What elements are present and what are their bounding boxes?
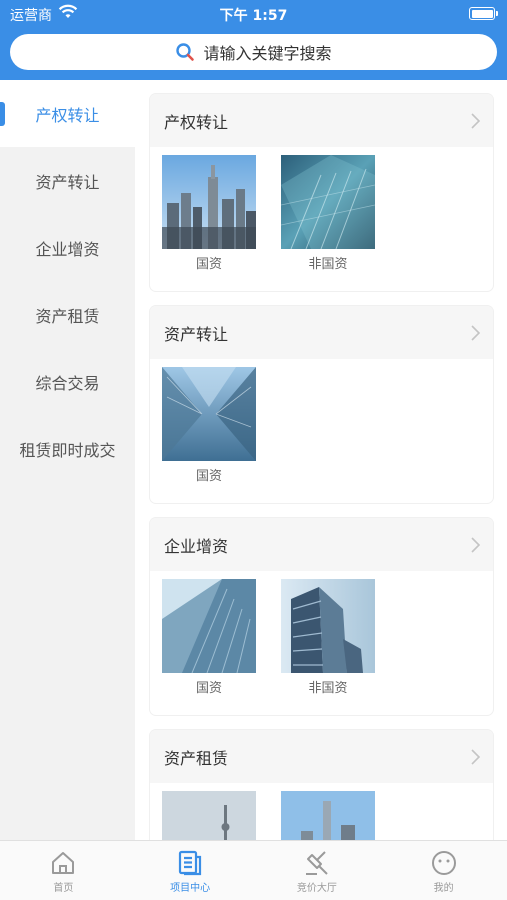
card-title: 企业增资 [164,536,229,556]
category-card: 企业增资 国资 非国资 [150,518,493,715]
search-icon [176,43,195,61]
tab-auction-hall[interactable]: 竞价大厅 [254,841,381,900]
sidebar-item-property-transfer[interactable]: 产权转让 [0,80,135,147]
subcategory-label: 国资 [195,681,222,696]
subcategory-item[interactable] [162,791,256,840]
category-card: 资产租赁 [150,730,493,840]
document-icon [179,850,202,876]
card-title: 产权转让 [164,112,229,132]
sidebar-item-label: 资产租赁 [35,306,100,326]
tab-project-center[interactable]: 项目中心 [127,841,254,900]
tab-label: 项目中心 [170,883,211,894]
sidebar-item-asset-transfer[interactable]: 资产转让 [0,147,135,214]
category-card: 资产转让 国资 [150,306,493,503]
category-card: 产权转让 国资 非国资 [150,94,493,291]
subcategory-label: 非国资 [308,681,348,696]
home-icon [52,852,75,874]
sidebar-item-comprehensive-trade[interactable]: 综合交易 [0,348,135,415]
search-bar[interactable]: 请输入关键字搜索 [10,34,497,70]
subcategory-item[interactable]: 非国资 [281,579,375,696]
card-title: 资产转让 [164,324,229,344]
tab-label: 首页 [53,883,74,894]
search-placeholder: 请输入关键字搜索 [203,44,332,63]
tv-tower-image [162,791,256,840]
content-panel: 产权转让 国资 非国资 资产转让 国资 企业增资 国资 非国资 资产租赁 [135,80,507,840]
category-sidebar: 产权转让 资产转让 企业增资 资产租赁 综合交易 租赁即时成交 [0,80,135,840]
card-header[interactable]: 企业增资 [150,518,493,571]
status-bar: 运营商 下午 1:57 [0,0,507,28]
subcategory-label: 国资 [195,257,222,272]
battery-icon [469,7,498,20]
status-time: 下午 1:57 [219,8,288,24]
sidebar-item-capital-increase[interactable]: 企业增资 [0,214,135,281]
card-header[interactable]: 资产转让 [150,306,493,359]
towers-upview-image [162,367,256,461]
sidebar-item-label: 产权转让 [35,105,100,125]
tab-mine[interactable]: 我的 [380,841,507,900]
sidebar-item-instant-lease[interactable]: 租赁即时成交 [0,415,135,482]
subcategory-label: 国资 [195,469,222,484]
city-view-image [281,791,375,840]
chevron-right-icon [471,536,481,553]
tab-label: 竞价大厅 [296,883,337,894]
card-header[interactable]: 产权转让 [150,94,493,147]
app-header: 运营商 下午 1:57 请输入关键字搜索 [0,0,507,80]
smiley-icon [431,851,456,875]
sidebar-item-label: 资产转让 [35,172,100,192]
subcategory-item[interactable] [281,791,375,840]
gavel-icon [305,851,328,875]
glass-tower-image [162,579,256,673]
sidebar-item-label: 综合交易 [35,373,100,393]
sidebar-item-label: 租赁即时成交 [19,440,116,460]
tab-home[interactable]: 首页 [0,841,127,900]
subcategory-label: 非国资 [308,257,348,272]
sidebar-item-asset-lease[interactable]: 资产租赁 [0,281,135,348]
subcategory-item[interactable]: 非国资 [281,155,375,272]
tab-label: 我的 [433,883,454,894]
office-building-image [281,579,375,673]
city-skyline-image [162,155,256,249]
bottom-tab-bar: 首页 项目中心 竞价大厅 我的 [0,840,507,900]
glass-building-image [281,155,375,249]
sidebar-item-label: 企业增资 [35,239,100,259]
card-header[interactable]: 资产租赁 [150,730,493,783]
subcategory-item[interactable]: 国资 [162,155,256,272]
chevron-right-icon [471,112,481,129]
chevron-right-icon [471,324,481,341]
subcategory-item[interactable]: 国资 [162,579,256,696]
subcategory-item[interactable]: 国资 [162,367,256,484]
card-title: 资产租赁 [164,748,229,768]
chevron-right-icon [471,748,481,765]
